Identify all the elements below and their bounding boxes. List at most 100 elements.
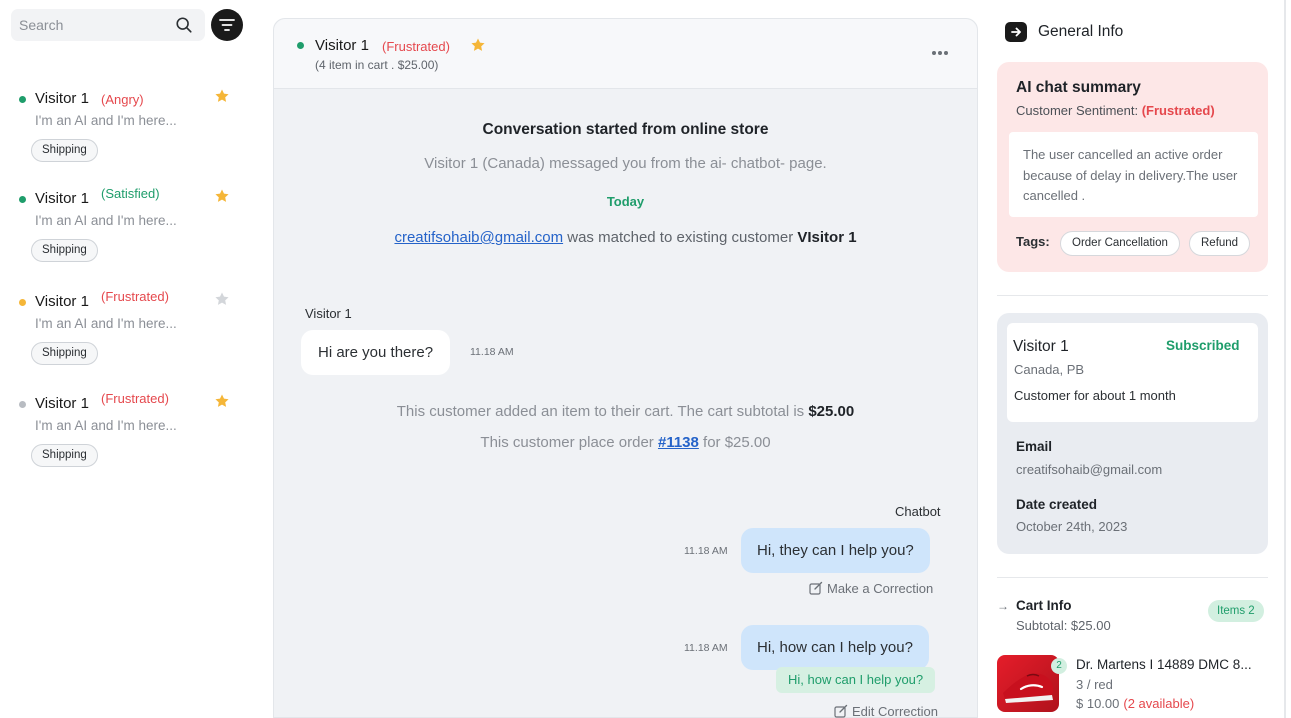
conversation-start-subtitle: Visitor 1 (Canada) messaged you from the… <box>424 155 827 172</box>
filter-icon <box>219 19 235 31</box>
customer-sentiment: Customer Sentiment: (Frustrated) <box>1016 103 1215 118</box>
customer-info-card: Visitor 1 Subscribed Canada, PB Customer… <box>997 313 1268 554</box>
star-icon[interactable] <box>214 88 230 104</box>
ai-summary-card: AI chat summary Customer Sentiment: (Fru… <box>997 62 1268 272</box>
product-price-value: $ 10.00 <box>1076 696 1120 711</box>
more-icon[interactable] <box>932 42 956 56</box>
conversation-tag[interactable]: Shipping <box>31 444 98 467</box>
conversation-tag[interactable]: Shipping <box>31 139 98 162</box>
status-dot <box>19 299 26 306</box>
cart-expand-icon[interactable]: → <box>997 599 1009 613</box>
ai-summary-text: The user cancelled an active order becau… <box>1009 132 1258 217</box>
star-icon[interactable] <box>470 37 486 53</box>
cart-event-text: This customer added an item to their car… <box>396 403 809 420</box>
conversation-name: Visitor 1 <box>35 293 89 310</box>
conversation-preview: I'm an AI and I'm here... <box>35 316 177 331</box>
order-event-prefix: This customer place order <box>480 434 658 451</box>
cart-info-title[interactable]: Cart Info <box>1016 598 1072 613</box>
sentiment-value: (Frustrated) <box>1141 103 1215 118</box>
matched-text: was matched to existing customer <box>563 229 798 246</box>
product-availability: (2 available) <box>1123 696 1195 711</box>
visitor-message: Hi are you there? <box>301 330 451 375</box>
product-name[interactable]: Dr. Martens I 14889 DMC 8... <box>1076 657 1252 672</box>
chat-panel: Visitor 1 (Frustrated) (4 item in cart .… <box>273 18 978 718</box>
order-event-suffix: for $25.00 <box>698 434 771 451</box>
make-correction-label: Make a Correction <box>827 581 934 596</box>
chat-header: Visitor 1 (Frustrated) (4 item in cart .… <box>274 19 977 89</box>
conversation-start-title: Conversation started from online store <box>482 121 769 138</box>
conversation-name: Visitor 1 <box>35 90 89 107</box>
chatbot-message: Hi, how can I help you? <box>741 625 929 670</box>
matched-email-link[interactable]: creatifsohaib@gmail.com <box>394 229 563 246</box>
tag-order-cancellation[interactable]: Order Cancellation <box>1060 231 1180 256</box>
general-info-panel: General Info AI chat summary Customer Se… <box>990 0 1276 718</box>
order-link[interactable]: #1138 <box>658 434 699 451</box>
message-timestamp: 11.18 AM <box>684 642 728 654</box>
panel-edge <box>1284 0 1286 718</box>
tags-label: Tags: <box>1016 234 1050 249</box>
conversation-name: Visitor 1 <box>35 190 89 207</box>
status-dot <box>297 42 304 49</box>
customer-profile: Visitor 1 Subscribed Canada, PB Customer… <box>1007 323 1258 422</box>
conversation-item[interactable]: Visitor 1 (Frustrated) I'm an AI and I'm… <box>0 389 256 479</box>
arrow-right-icon[interactable] <box>1005 22 1027 42</box>
filter-button[interactable] <box>211 9 243 41</box>
star-icon[interactable] <box>214 393 230 409</box>
subscription-status: Subscribed <box>1166 338 1240 353</box>
conversation-preview: I'm an AI and I'm here... <box>35 418 177 433</box>
conversation-tag[interactable]: Shipping <box>31 342 98 365</box>
search-icon[interactable] <box>175 16 193 34</box>
edit-correction-button[interactable]: Edit Correction <box>834 704 938 718</box>
conversation-mood: (Frustrated) <box>101 289 169 304</box>
cart-items-badge: Items 2 <box>1208 600 1264 622</box>
status-dot <box>19 196 26 203</box>
conversation-item[interactable]: Visitor 1 (Angry) I'm an AI and I'm here… <box>0 84 256 174</box>
conversation-sidebar: Visitor 1 (Angry) I'm an AI and I'm here… <box>0 0 256 718</box>
product-price: $ 10.00 (2 available) <box>1076 696 1194 711</box>
ai-summary-title: AI chat summary <box>1016 79 1141 96</box>
corrected-message: Hi, how can I help you? <box>776 667 936 693</box>
tag-refund[interactable]: Refund <box>1189 231 1251 256</box>
customer-location: Canada, PB <box>1014 362 1085 377</box>
chatbot-message: Hi, they can I help you? <box>741 528 930 573</box>
edit-correction-label: Edit Correction <box>852 704 938 718</box>
product-variant: 3 / red <box>1076 677 1113 692</box>
date-separator: Today <box>606 194 645 209</box>
date-created-label: Date created <box>1016 497 1098 512</box>
chatbot-label: Chatbot <box>895 504 941 519</box>
matched-customer-name: VIsitor 1 <box>797 229 857 246</box>
divider <box>997 295 1268 296</box>
conversation-preview: I'm an AI and I'm here... <box>35 113 177 128</box>
search-box <box>11 9 205 41</box>
star-icon[interactable] <box>214 291 230 307</box>
conversation-item[interactable]: Visitor 1 (Satisfied) I'm an AI and I'm … <box>0 184 256 274</box>
sneaker-image <box>997 655 1059 712</box>
make-correction-button[interactable]: Make a Correction <box>809 581 933 596</box>
date-created-value: October 24th, 2023 <box>1016 519 1128 534</box>
cart-event-amount: $25.00 <box>808 403 855 420</box>
conversation-mood: (Frustrated) <box>101 391 169 406</box>
message-timestamp: 11.18 AM <box>684 545 728 557</box>
edit-icon <box>809 581 823 595</box>
conversation-item[interactable]: Visitor 1 (Frustrated) I'm an AI and I'm… <box>0 287 256 377</box>
edit-icon <box>834 704 848 718</box>
visitor-label: Visitor 1 <box>305 306 352 321</box>
customer-email: creatifsohaib@gmail.com <box>1016 462 1163 477</box>
sentiment-label: Customer Sentiment: <box>1016 103 1142 118</box>
message-timestamp: 11.18 AM <box>470 346 514 358</box>
conversation-preview: I'm an AI and I'm here... <box>35 213 177 228</box>
chat-visitor-name: Visitor 1 <box>315 37 369 54</box>
conversation-tag[interactable]: Shipping <box>31 239 98 262</box>
customer-match-notice: creatifsohaib@gmail.com was matched to e… <box>274 229 977 246</box>
status-dot <box>19 401 26 408</box>
order-event: This customer place order #1138 for $25.… <box>274 434 977 451</box>
search-input[interactable] <box>19 15 169 35</box>
email-label: Email <box>1016 439 1053 454</box>
star-icon[interactable] <box>214 188 230 204</box>
conversation-mood: (Angry) <box>101 92 144 107</box>
customer-since: Customer for about 1 month <box>1014 388 1176 403</box>
customer-name: Visitor 1 <box>1013 338 1069 355</box>
general-info-title: General Info <box>1038 23 1124 40</box>
chat-cart-summary: (4 item in cart . $25.00) <box>315 58 439 72</box>
divider <box>997 577 1268 578</box>
